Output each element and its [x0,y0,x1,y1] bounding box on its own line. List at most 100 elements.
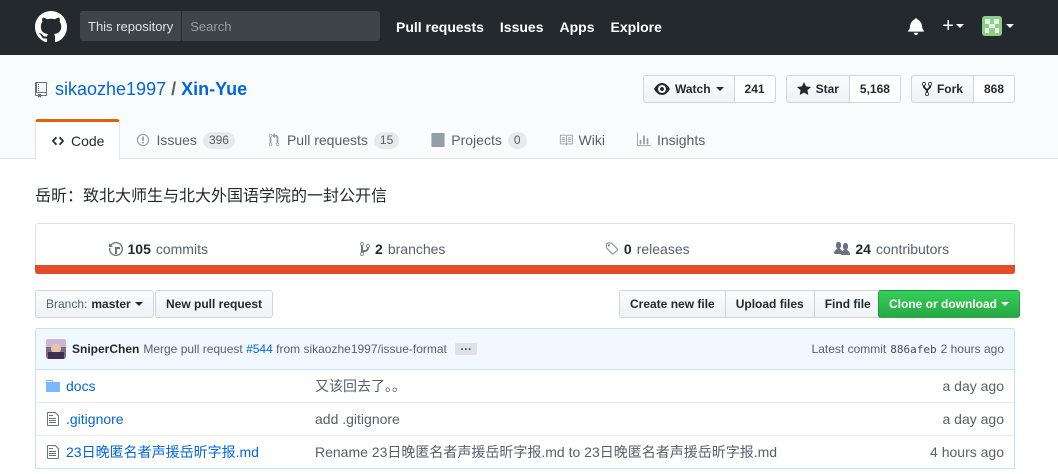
graph-icon [636,133,651,147]
commit-author-link[interactable]: SniperChen [72,342,139,356]
repo-header: sikaozhe1997 / Xin-Yue Watch 241 Star 5,… [0,55,1058,160]
search-box: This repository [80,11,380,41]
repo-owner-link[interactable]: sikaozhe1997 [55,79,166,100]
pr-counter: 15 [373,131,400,149]
file-name-link[interactable]: 23日晚匿名者声援岳昕字报.md [66,444,259,460]
repo-name-link[interactable]: Xin-Yue [181,79,247,99]
tab-projects[interactable]: Projects 0 [415,119,542,159]
watch-count[interactable]: 241 [734,75,776,103]
issue-opened-icon [137,133,150,147]
tab-label: Wiki [578,132,605,148]
tab-issues[interactable]: Issues 396 [120,119,251,159]
tab-insights[interactable]: Insights [621,119,721,159]
star-icon [796,82,811,95]
tab-label: Projects [451,132,502,148]
upload-files-button[interactable]: Upload files [724,290,815,318]
book-icon [559,134,573,146]
commit-msg-prefix[interactable]: Merge pull request [143,342,242,356]
file-name-link[interactable]: .gitignore [66,411,124,427]
fork-group: Fork 868 [910,75,1015,103]
projects-counter: 0 [507,131,527,149]
folder-icon [46,379,60,392]
tab-pull-requests[interactable]: Pull requests 15 [251,119,415,159]
file-text-icon [47,445,59,459]
notifications-bell-icon[interactable] [908,17,925,35]
tab-wiki[interactable]: Wiki [543,119,621,159]
file-text-icon [47,412,59,426]
repo-icon [35,81,47,98]
nav-explore[interactable]: Explore [611,19,662,35]
file-age: a day ago [942,377,1005,394]
history-icon [108,241,123,256]
nav-pull-requests[interactable]: Pull requests [396,19,484,35]
chevron-down-icon [1001,302,1009,306]
create-new-dropdown[interactable]: + [942,16,964,36]
branches-label: branches [387,240,446,257]
branch-select-button[interactable]: Branch: master [35,290,154,318]
avatar [982,16,1002,36]
repo-nav: Code Issues 396 Pull requests 15 Project… [35,119,721,160]
new-pull-request-button[interactable]: New pull request [155,290,274,318]
clone-or-download-button[interactable]: Clone or download [878,290,1020,318]
contributors-count: 24 [855,240,871,257]
clone-label: Clone or download [889,297,997,311]
file-commit-message-link[interactable]: add .gitignore [315,411,400,427]
file-name-link[interactable]: docs [66,378,96,394]
branches-count: 2 [375,240,383,257]
path-separator: / [171,79,177,99]
find-file-button[interactable]: Find file [813,290,882,318]
branch-prefix: Branch: [46,297,88,311]
table-row: docs 又该回去了。。 a day ago [36,369,1014,402]
star-group: Star 5,168 [785,75,901,103]
language-bar[interactable] [35,265,1015,274]
fork-label: Fork [936,82,963,96]
fork-button[interactable]: Fork [910,75,974,103]
releases-label: releases [636,240,690,257]
repo-description: 岳昕：致北大师生与北大外国语学院的一封公开信 [35,188,388,205]
chevron-down-icon [956,24,964,28]
latest-commit-bar: SniperChen Merge pull request #544 from … [35,328,1015,370]
issues-counter: 396 [202,131,235,149]
git-pull-request-icon [268,133,280,147]
branch-name: master [91,297,131,311]
commit-age: 2 hours ago [940,342,1004,356]
file-commit-message-link[interactable]: 又该回去了。。 [315,378,406,394]
search-scope-badge: This repository [80,11,183,41]
code-icon [51,136,65,145]
expand-commit-message-button[interactable]: … [454,340,477,355]
commit-pr-link[interactable]: #544 [246,342,273,356]
chevron-down-icon [134,302,143,306]
tab-code[interactable]: Code [35,119,121,160]
star-count[interactable]: 5,168 [849,75,901,103]
star-button[interactable]: Star [785,75,850,103]
user-menu[interactable] [982,16,1014,36]
nav-apps[interactable]: Apps [560,19,595,35]
avatar[interactable] [46,339,66,359]
commit-message: Merge pull request #544 from sikaozhe199… [143,342,447,356]
commit-sha-link[interactable]: 886afeb [890,343,936,356]
header-actions: + [908,16,1014,36]
nav-issues[interactable]: Issues [500,19,544,35]
tag-icon [605,241,619,255]
plus-icon: + [942,15,954,37]
chevron-down-icon [1006,24,1014,28]
create-new-file-button[interactable]: Create new file [619,290,726,318]
commit-msg-suffix[interactable]: from sikaozhe1997/issue-format [276,342,447,356]
file-commit-message-link[interactable]: Rename 23日晚匿名者声援岳昕字报.md to 23日晚匿名者声援岳昕字报… [315,444,777,460]
fork-count[interactable]: 868 [973,75,1015,103]
contributors-label: contributors [875,240,950,257]
github-logo-icon[interactable] [35,11,67,43]
watch-group: Watch 241 [642,75,776,103]
file-age: 4 hours ago [930,444,1004,460]
releases-count: 0 [623,240,632,257]
file-table: docs 又该回去了。。 a day ago .gitignore add .g… [35,369,1015,469]
table-row: .gitignore add .gitignore a day ago [36,402,1014,435]
star-label: Star [815,82,839,96]
eye-icon [653,83,670,95]
watch-button[interactable]: Watch [642,75,735,103]
tab-label: Insights [656,132,706,148]
header-nav: Pull requests Issues Apps Explore [396,19,662,35]
search-input[interactable] [182,18,380,34]
tab-label: Pull requests [286,132,368,148]
tab-label: Issues [156,132,197,148]
